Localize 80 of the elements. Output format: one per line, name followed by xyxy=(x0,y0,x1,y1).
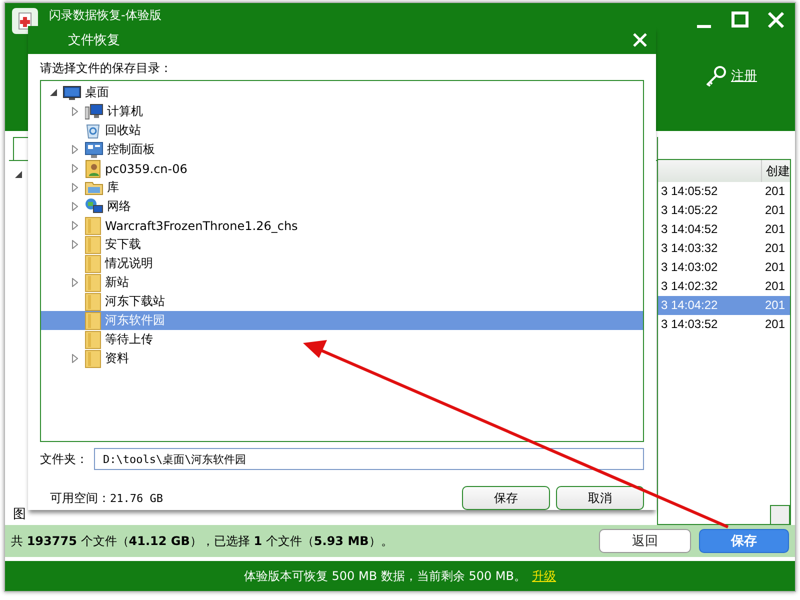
table-cell-text: 201 xyxy=(764,259,786,276)
computer-icon xyxy=(85,104,103,120)
tree-item[interactable]: Warcraft3FrozenThrone1.26_chs xyxy=(41,216,643,235)
table-row[interactable]: 3 14:03:52 201 xyxy=(658,315,790,334)
upgrade-link[interactable]: 升级 xyxy=(532,568,556,584)
expanded-triangle-icon[interactable] xyxy=(50,89,56,96)
folder-path-field[interactable]: D:\tools\桌面\河东软件园 xyxy=(94,448,644,470)
table-cell-text: 201 xyxy=(764,297,786,314)
table-cell-text: 3 14:05:22 xyxy=(660,202,719,219)
free-space-text: 可用空间：21.76 GB xyxy=(50,490,164,506)
window-title: 闪录数据恢复-体验版 xyxy=(49,7,162,22)
dialog-title: 文件恢复 xyxy=(68,32,121,49)
table-row[interactable]: 3 14:02:32 201 xyxy=(658,277,790,296)
collapsed-triangle-icon[interactable] xyxy=(72,240,78,249)
tree-item[interactable]: 桌面 xyxy=(41,83,643,102)
table-row[interactable]: 3 14:04:52 201 xyxy=(658,220,790,239)
close-icon[interactable] xyxy=(632,32,648,48)
table-cell-text: 3 14:03:52 xyxy=(660,316,719,333)
user-folder-icon xyxy=(85,160,101,178)
folder-icon xyxy=(85,236,101,254)
collapsed-triangle-icon[interactable] xyxy=(72,164,78,173)
table-cell-text: 201 xyxy=(764,316,786,333)
tree-item[interactable]: 资料 xyxy=(41,349,643,368)
folder-icon xyxy=(85,292,101,310)
folder-icon xyxy=(85,350,101,368)
back-button[interactable]: 返回 xyxy=(599,529,691,553)
table-row[interactable]: 3 14:05:52 201 xyxy=(658,182,790,201)
register-link[interactable]: 注册 xyxy=(731,67,757,85)
key-icon xyxy=(705,65,727,87)
table-row[interactable]: 3 14:05:22 201 xyxy=(658,201,790,220)
control-panel-icon xyxy=(85,142,103,158)
table-cell-text: 201 xyxy=(764,240,786,257)
tree-item[interactable]: 库 xyxy=(41,178,643,197)
table-row[interactable]: 3 14:03:32 201 xyxy=(658,239,790,258)
folder-icon xyxy=(85,312,101,330)
folder-icon xyxy=(85,274,101,292)
tree-item[interactable]: 新站 xyxy=(41,273,643,292)
recycle-bin-icon xyxy=(85,122,101,139)
status-text: 共 193775 个文件（41.12 GB），已选择 1 个文件（5.93 MB）。 xyxy=(11,532,394,550)
collapsed-triangle-icon[interactable] xyxy=(72,354,78,363)
tree-item[interactable]: 网络 xyxy=(41,197,643,216)
collapsed-triangle-icon[interactable] xyxy=(72,202,78,211)
collapsed-triangle-icon[interactable] xyxy=(72,221,78,230)
table-cell-text: 3 14:05:52 xyxy=(660,183,719,200)
folder-icon xyxy=(85,254,101,272)
tree-item[interactable]: 等待上传 xyxy=(41,330,643,349)
panel-label: 图 xyxy=(12,506,27,524)
tree-item[interactable]: pc0359.cn-06 xyxy=(41,159,643,178)
expanded-triangle-icon[interactable] xyxy=(15,171,22,178)
collapsed-triangle-icon[interactable] xyxy=(72,107,78,116)
table-cell-text: 3 14:04:22 xyxy=(660,297,719,314)
library-icon xyxy=(85,180,103,195)
tree-item[interactable]: 安下载 xyxy=(41,235,643,254)
tree-item[interactable]: 控制面板 xyxy=(41,140,643,159)
cancel-button[interactable]: 取消 xyxy=(556,486,644,510)
collapsed-triangle-icon[interactable] xyxy=(72,183,78,192)
folder-icon xyxy=(85,216,101,234)
table-cell-text: 3 14:02:32 xyxy=(660,278,719,295)
table-cell-text: 201 xyxy=(764,278,786,295)
network-icon xyxy=(85,198,103,215)
collapsed-triangle-icon[interactable] xyxy=(72,278,78,287)
tree-item[interactable]: 情况说明 xyxy=(41,254,643,273)
prompt-label: 请选择文件的保存目录： xyxy=(40,60,173,77)
save-button[interactable]: 保存 xyxy=(699,529,789,553)
save-button[interactable]: 保存 xyxy=(462,486,550,510)
table-row[interactable]: 3 14:03:02 201 xyxy=(658,258,790,277)
collapsed-triangle-icon[interactable] xyxy=(72,145,78,154)
folder-icon xyxy=(85,330,101,348)
tree-item[interactable]: 回收站 xyxy=(41,121,643,140)
table-cell-text: 3 14:03:32 xyxy=(660,240,719,257)
table-cell-text: 3 14:04:52 xyxy=(660,221,719,238)
tree-item[interactable]: 河东下载站 xyxy=(41,292,643,311)
table-cell-text: 201 xyxy=(764,221,786,238)
folder-label: 文件夹： xyxy=(40,450,88,468)
table-cell-text: 3 14:03:02 xyxy=(660,259,719,276)
monitor-icon xyxy=(63,86,81,100)
tree-item[interactable]: 计算机 xyxy=(41,102,643,121)
footer-text: 体验版本可恢复 500 MB 数据，当前剩余 500 MB。 xyxy=(244,568,526,584)
table-cell-text: 201 xyxy=(764,202,786,219)
table-cell-text: 201 xyxy=(764,183,786,200)
